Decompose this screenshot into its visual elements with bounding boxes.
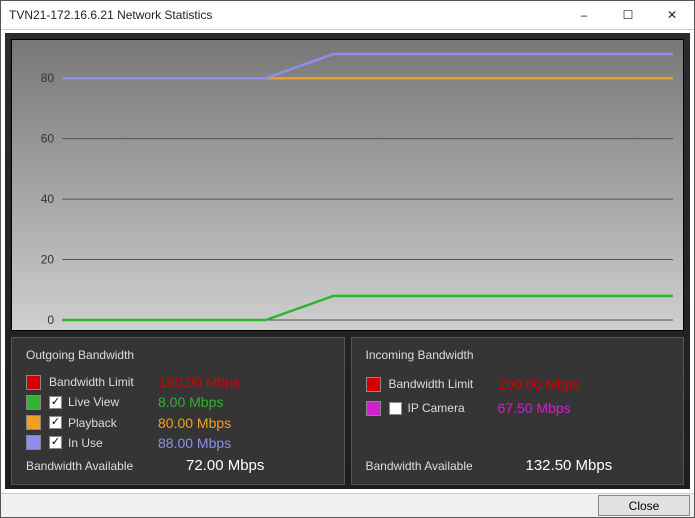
- maximize-button[interactable]: ☐: [606, 1, 650, 29]
- incoming-ipcam-label: IP Camera: [408, 401, 498, 415]
- outgoing-avail-row: Bandwidth Available 72.00 Mbps: [26, 453, 330, 474]
- bandwidth-chart: 0 20 40 60 80: [11, 39, 684, 331]
- window-title: TVN21-172.16.6.21 Network Statistics: [1, 8, 212, 22]
- svg-text:60: 60: [41, 132, 55, 146]
- title-bar: TVN21-172.16.6.21 Network Statistics – ☐…: [1, 1, 694, 30]
- limit-swatch: [26, 375, 41, 390]
- outgoing-avail-value: 72.00 Mbps: [186, 457, 264, 474]
- incoming-heading: Incoming Bandwidth: [366, 348, 670, 362]
- incoming-limit-label: Bandwidth Limit: [389, 377, 499, 391]
- playback-swatch: [26, 415, 41, 430]
- close-button[interactable]: Close: [598, 495, 690, 516]
- outgoing-inuse-value: 88.00 Mbps: [158, 435, 231, 451]
- svg-text:20: 20: [41, 253, 55, 267]
- inuse-checkbox[interactable]: ✓: [49, 436, 62, 449]
- outgoing-inuse-row: ✓ In Use 88.00 Mbps: [26, 433, 330, 453]
- svg-text:0: 0: [47, 313, 54, 327]
- close-icon: ✕: [667, 8, 677, 22]
- incoming-ipcam-value: 67.50 Mbps: [498, 400, 571, 416]
- legend-panels: Outgoing Bandwidth Bandwidth Limit 160.0…: [11, 337, 684, 485]
- incoming-panel: Incoming Bandwidth Bandwidth Limit 200.0…: [351, 337, 685, 485]
- outgoing-avail-label: Bandwidth Available: [26, 459, 186, 473]
- outgoing-heading: Outgoing Bandwidth: [26, 348, 330, 362]
- svg-text:40: 40: [41, 192, 55, 206]
- inuse-swatch: [26, 435, 41, 450]
- live-checkbox[interactable]: ✓: [49, 396, 62, 409]
- network-stats-window: TVN21-172.16.6.21 Network Statistics – ☐…: [0, 0, 695, 518]
- incoming-avail-value: 132.50 Mbps: [526, 457, 613, 474]
- chart-svg: 0 20 40 60 80: [12, 40, 683, 330]
- outgoing-limit-label: Bandwidth Limit: [49, 375, 159, 389]
- outgoing-limit-value: 160.00 Mbps: [159, 374, 240, 390]
- content-area: 0 20 40 60 80 Outgoing Bandwidth Bandwidth L…: [5, 33, 690, 489]
- live-swatch: [26, 395, 41, 410]
- outgoing-playback-row: ✓ Playback 80.00 Mbps: [26, 413, 330, 433]
- maximize-icon: ☐: [623, 8, 634, 22]
- minimize-button[interactable]: –: [562, 1, 606, 29]
- incoming-avail-row: Bandwidth Available 132.50 Mbps: [366, 453, 670, 474]
- outgoing-live-row: ✓ Live View 8.00 Mbps: [26, 392, 330, 412]
- close-button-label: Close: [629, 499, 660, 513]
- incoming-limit-row: Bandwidth Limit 200.00 Mbps: [366, 372, 670, 396]
- outgoing-live-value: 8.00 Mbps: [158, 394, 223, 410]
- outgoing-panel: Outgoing Bandwidth Bandwidth Limit 160.0…: [11, 337, 345, 485]
- playback-checkbox[interactable]: ✓: [49, 416, 62, 429]
- ipcam-swatch: [366, 401, 381, 416]
- outgoing-playback-value: 80.00 Mbps: [158, 415, 231, 431]
- outgoing-playback-label: Playback: [68, 416, 158, 430]
- minimize-icon: –: [581, 8, 588, 22]
- outgoing-live-label: Live View: [68, 395, 158, 409]
- outgoing-inuse-label: In Use: [68, 436, 158, 450]
- ipcam-checkbox[interactable]: [389, 402, 402, 415]
- incoming-limit-value: 200.00 Mbps: [499, 376, 580, 392]
- incoming-limit-swatch: [366, 377, 381, 392]
- svg-text:80: 80: [41, 71, 55, 85]
- incoming-ipcam-row: IP Camera 67.50 Mbps: [366, 396, 670, 420]
- window-close-button[interactable]: ✕: [650, 1, 694, 29]
- incoming-avail-label: Bandwidth Available: [366, 459, 526, 473]
- footer-bar: Close: [1, 493, 694, 517]
- window-controls: – ☐ ✕: [562, 1, 694, 29]
- outgoing-limit-row: Bandwidth Limit 160.00 Mbps: [26, 372, 330, 392]
